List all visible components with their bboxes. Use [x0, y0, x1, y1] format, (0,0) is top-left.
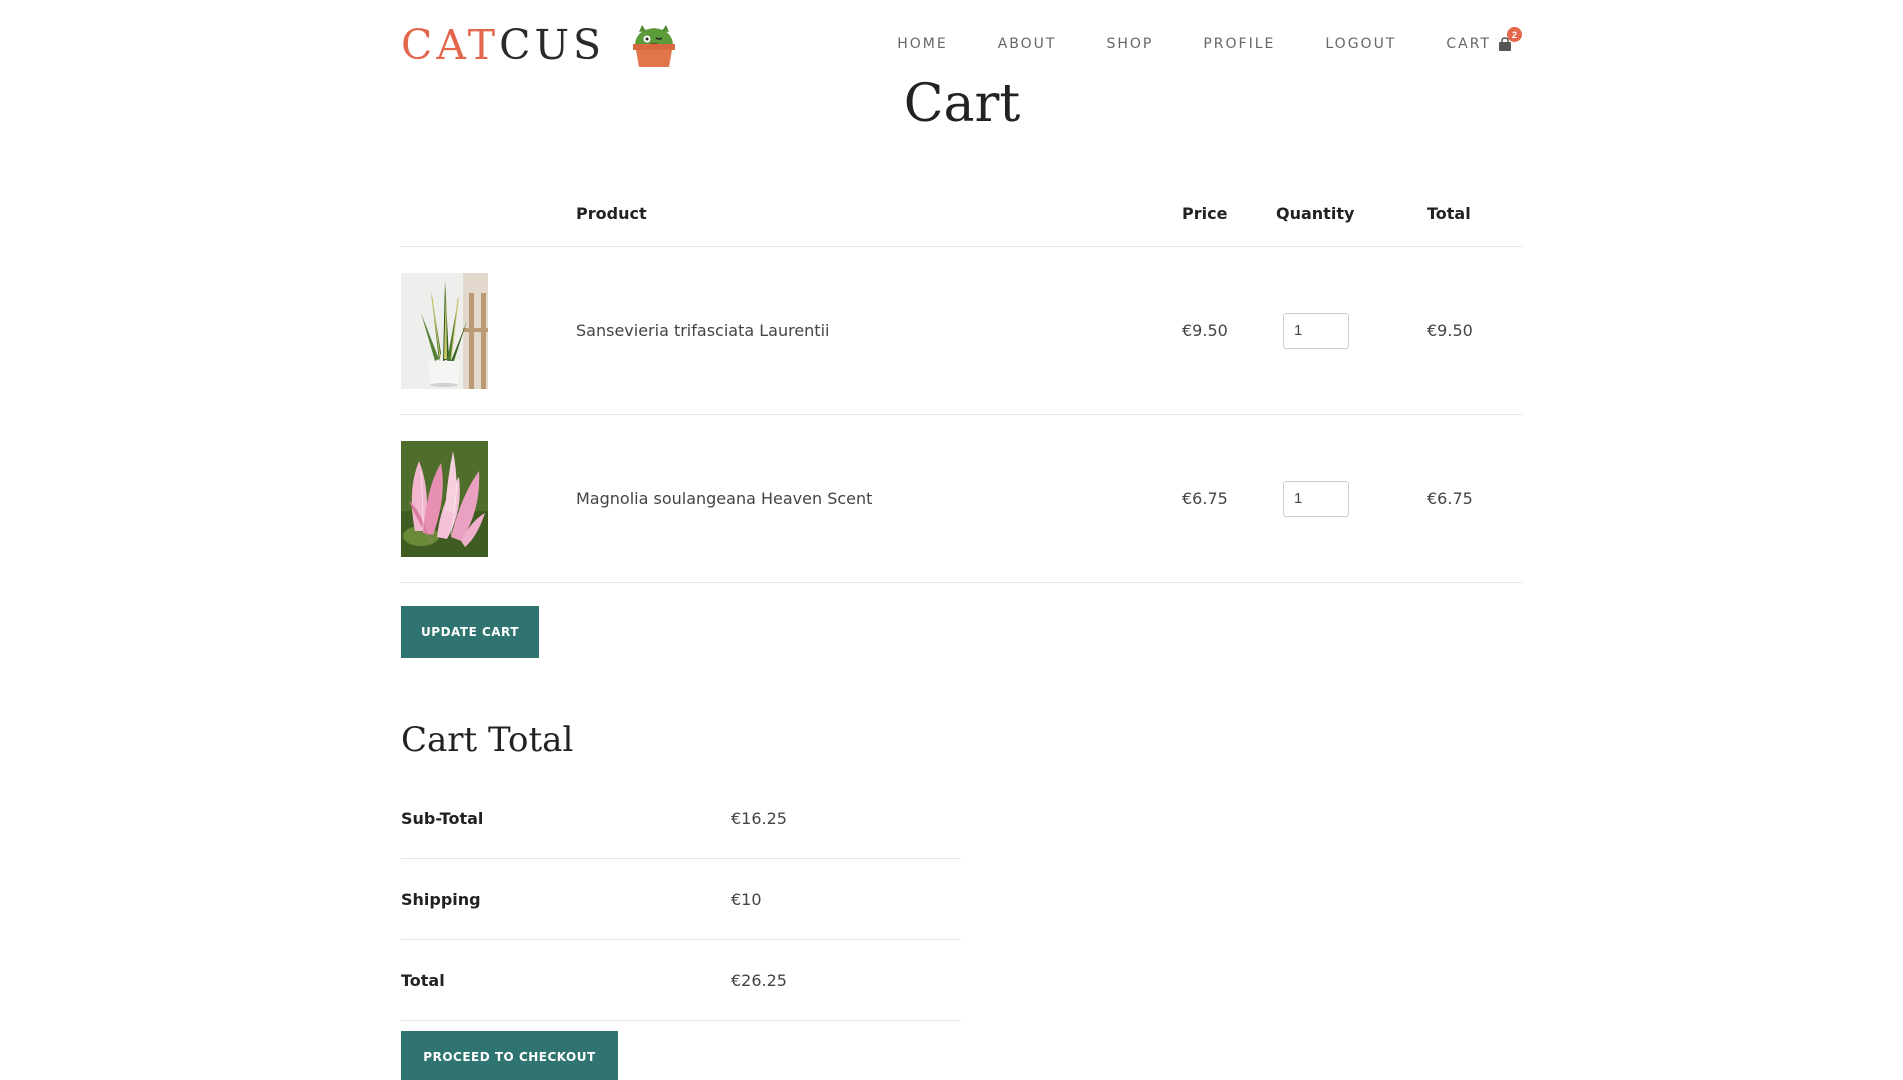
header-product: Product	[576, 203, 647, 223]
shopping-bag-icon: 2	[1497, 27, 1522, 51]
cactus-cat-icon	[629, 22, 679, 68]
magnolia-flower-image[interactable]	[401, 440, 488, 557]
page-container: CATCUS HOME ABOUT SHOP PROFILE LOGOUT CA…	[401, 0, 1523, 1080]
cart-count-badge: 2	[1507, 27, 1522, 42]
total-row: Total €26.25	[401, 940, 961, 1021]
row-total: €6.75	[1427, 489, 1473, 508]
nav-home[interactable]: HOME	[897, 36, 947, 52]
nav-logout[interactable]: LOGOUT	[1325, 36, 1396, 52]
product-name[interactable]: Sansevieria trifasciata Laurentii	[576, 321, 1182, 340]
cart-totals-table: Sub-Total €16.25 Shipping €10 Total €26.…	[401, 778, 961, 1021]
row-total: €9.50	[1427, 321, 1473, 340]
shipping-label: Shipping	[401, 889, 481, 909]
cart-total-title: Cart Total	[401, 720, 574, 760]
cart-table: Product Price Quantity Total Sansevieria…	[401, 180, 1523, 583]
subtotal-label: Sub-Total	[401, 808, 484, 828]
quantity-cell	[1276, 480, 1427, 517]
update-cart-button[interactable]: UPDATE CART	[401, 606, 539, 658]
proceed-to-checkout-button[interactable]: PROCEED TO CHECKOUT	[401, 1031, 618, 1080]
header-price: Price	[1182, 203, 1228, 223]
product-name[interactable]: Magnolia soulangeana Heaven Scent	[576, 489, 1182, 508]
header-quantity: Quantity	[1276, 203, 1355, 223]
logo-text-cat: CAT	[401, 20, 500, 69]
total-value: €26.25	[731, 970, 787, 990]
subtotal-row: Sub-Total €16.25	[401, 778, 961, 859]
product-image-cell	[401, 272, 576, 389]
product-price: €6.75	[1182, 489, 1228, 508]
nav-shop[interactable]: SHOP	[1106, 36, 1153, 52]
table-row: Sansevieria trifasciata Laurentii €9.50 …	[401, 247, 1523, 415]
product-price: €9.50	[1182, 321, 1228, 340]
product-image-cell	[401, 440, 576, 557]
main-nav: HOME ABOUT SHOP PROFILE LOGOUT CART 2	[897, 27, 1522, 52]
logo-text: CATCUS	[401, 24, 605, 66]
header-total: Total	[1427, 203, 1471, 223]
logo-text-cus: CUS	[499, 20, 606, 69]
quantity-cell	[1276, 312, 1427, 349]
nav-about[interactable]: ABOUT	[998, 36, 1057, 52]
quantity-input[interactable]	[1283, 480, 1349, 517]
table-row: Magnolia soulangeana Heaven Scent €6.75 …	[401, 415, 1523, 583]
nav-cart-label: CART	[1446, 36, 1491, 52]
total-label: Total	[401, 970, 445, 990]
nav-cart[interactable]: CART 2	[1446, 27, 1522, 52]
quantity-input[interactable]	[1283, 312, 1349, 349]
nav-profile[interactable]: PROFILE	[1203, 36, 1275, 52]
shipping-value: €10	[731, 889, 762, 909]
snake-plant-image[interactable]	[401, 272, 488, 389]
page-title: Cart	[903, 74, 1021, 134]
subtotal-value: €16.25	[731, 808, 787, 828]
cart-table-header: Product Price Quantity Total	[401, 180, 1523, 247]
shipping-row: Shipping €10	[401, 859, 961, 940]
site-logo[interactable]: CATCUS	[401, 22, 679, 68]
